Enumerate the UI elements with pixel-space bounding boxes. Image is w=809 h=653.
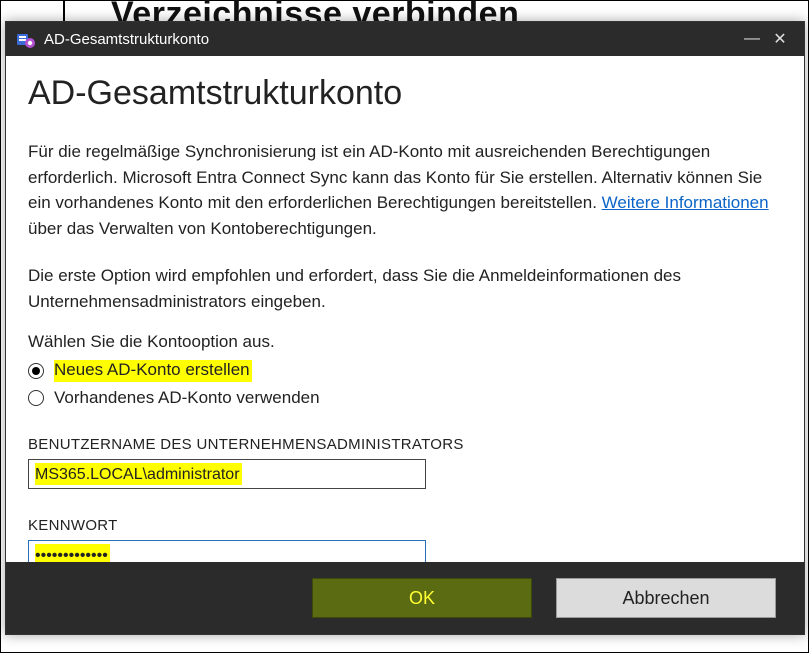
titlebar: AD-Gesamtstrukturkonto — ✕ (6, 22, 804, 56)
username-label: BENUTZERNAME DES UNTERNEHMENSADMINISTRAT… (28, 436, 782, 453)
radio-dot-icon (28, 363, 44, 379)
radio-empty-icon (28, 390, 44, 406)
dialog-footer: OK Abbrechen (6, 562, 804, 634)
more-info-link[interactable]: Weitere Informationen (602, 193, 769, 212)
radio-create-new-account[interactable]: Neues AD-Konto erstellen (28, 360, 782, 382)
minimize-button[interactable]: — (738, 30, 766, 48)
username-value: MS365.LOCAL\administrator (35, 463, 242, 485)
password-label: KENNWORT (28, 517, 782, 534)
dialog-ad-forest-account: AD-Gesamtstrukturkonto — ✕ AD-Gesamtstru… (5, 21, 805, 635)
app-cloud-sync-icon (16, 29, 36, 49)
password-input[interactable]: ••••••••••••• (28, 540, 426, 562)
page-heading: AD-Gesamtstrukturkonto (28, 74, 782, 113)
username-input[interactable]: MS365.LOCAL\administrator (28, 459, 426, 489)
recommendation-paragraph: Die erste Option wird empfohlen und erfo… (28, 263, 782, 314)
option-prompt: Wählen Sie die Kontooption aus. (28, 332, 782, 352)
password-mask: ••••••••••••• (35, 544, 110, 562)
intro-text-2: über das Verwalten von Kontoberechtigung… (28, 219, 377, 238)
radio-use-existing-account[interactable]: Vorhandenes AD-Konto verwenden (28, 388, 782, 408)
dialog-title: AD-Gesamtstrukturkonto (44, 31, 738, 48)
radio-existing-label: Vorhandenes AD-Konto verwenden (54, 388, 320, 408)
cancel-button[interactable]: Abbrechen (556, 578, 776, 618)
dialog-body: AD-Gesamtstrukturkonto Für die regelmäßi… (6, 56, 804, 562)
intro-paragraph: Für die regelmäßige Synchronisierung ist… (28, 139, 782, 241)
close-button[interactable]: ✕ (766, 29, 794, 49)
ok-button[interactable]: OK (312, 578, 532, 618)
radio-create-label: Neues AD-Konto erstellen (54, 360, 252, 382)
